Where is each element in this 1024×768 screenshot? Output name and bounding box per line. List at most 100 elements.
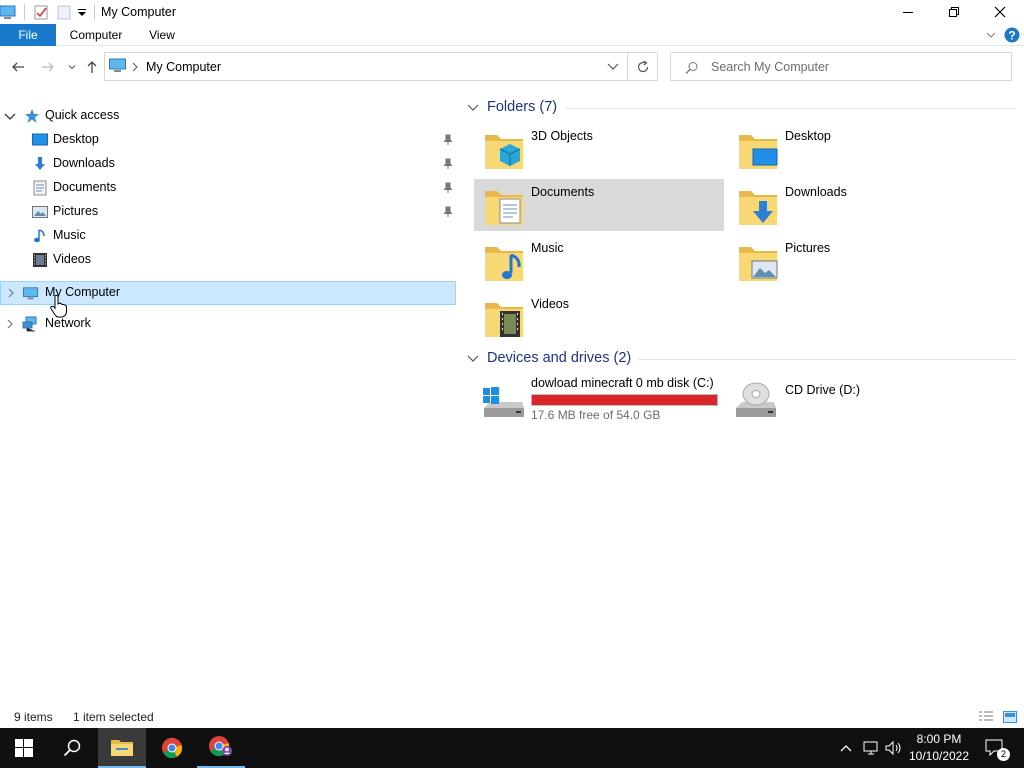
drive-usage-bar [531,394,718,406]
folder-icon [111,740,133,756]
sidebar-item-pictures[interactable]: Pictures [0,200,456,224]
address-path[interactable]: My Computer [146,60,221,74]
close-button[interactable] [977,0,1023,24]
sidebar-item-label: Pictures [53,204,99,218]
videos-icon [33,253,47,267]
documents-icon [33,180,47,196]
sidebar-item-network[interactable]: Network [0,312,456,336]
sidebar-item-my-computer[interactable]: My Computer [0,281,456,305]
sidebar-item-label: Desktop [53,132,99,146]
folder-tile-documents[interactable]: Documents [474,179,724,231]
start-button[interactable] [0,728,48,768]
chevron-right-icon[interactable] [6,319,14,329]
drive-tile-c[interactable]: dowload minecraft 0 mb disk (C:) 17.6 MB… [474,374,724,424]
content-pane: Folders (7) 3D Objects Desktop Documents… [460,90,1024,710]
pin-icon[interactable] [442,182,454,194]
new-folder-icon[interactable] [56,4,72,20]
expand-ribbon-icon[interactable] [985,29,997,41]
folder-name: Pictures [785,241,831,255]
folder-tile-pictures[interactable]: Pictures [728,235,978,287]
status-selected-count: 1 item selected [73,710,154,724]
chrome-profile-taskbar-button[interactable] [197,728,245,768]
folder-documents-icon [485,191,523,225]
recent-locations-button[interactable] [62,57,82,77]
search-box[interactable]: Search My Computer [670,52,1012,81]
chevron-down-icon[interactable] [467,103,479,113]
title-bar: My Computer [0,0,1024,24]
help-icon[interactable]: ? [1004,27,1020,43]
search-taskbar-button[interactable] [48,728,96,768]
drive-tile-d[interactable]: CD Drive (D:) [728,374,978,424]
network-tray-button[interactable] [860,728,882,768]
tab-file[interactable]: File [0,24,56,46]
svg-text:?: ? [1008,29,1015,43]
taskbar-clock[interactable]: 8:00 PM 10/10/2022 [906,731,972,765]
status-bar: 9 items 1 item selected [0,706,1024,728]
sidebar-item-label: Videos [53,252,91,266]
address-bar[interactable]: My Computer [104,52,628,81]
tab-computer[interactable]: Computer [60,24,132,46]
chevron-right-icon[interactable] [7,288,15,298]
refresh-button[interactable] [628,52,658,81]
star-icon [25,109,39,123]
details-view-icon[interactable] [978,710,994,724]
pin-icon[interactable] [442,206,454,218]
folders-group-title: Folders (7) [487,99,558,115]
chevron-up-icon [840,745,852,752]
sidebar-item-label: Documents [53,180,117,194]
pin-icon[interactable] [442,134,454,146]
sidebar-item-label: Network [45,316,91,330]
sidebar-item-videos[interactable]: Videos [0,248,456,272]
desktop-icon [32,133,48,146]
folder-name: Documents [531,185,595,199]
pin-icon[interactable] [442,158,454,170]
chrome-taskbar-button[interactable] [148,728,196,768]
minimize-button[interactable] [885,0,931,24]
forward-button[interactable] [38,57,58,77]
show-hidden-icons-button[interactable] [836,728,856,768]
network-wired-icon [863,741,878,755]
folder-desktop-icon [739,135,778,169]
sidebar-item-desktop[interactable]: Desktop [0,128,456,152]
folder-tile-videos[interactable]: Videos [474,291,724,343]
file-explorer-taskbar-button[interactable] [98,728,146,768]
properties-icon[interactable] [33,4,49,20]
volume-tray-button[interactable] [883,728,905,768]
folder-pictures-icon [739,247,778,281]
up-button[interactable] [82,57,102,77]
folder-tile-3d-objects[interactable]: 3D Objects [474,123,724,175]
chevron-down-icon[interactable] [4,112,16,122]
back-button[interactable] [8,57,28,77]
large-icons-view-icon[interactable] [1002,710,1018,724]
drive-name: dowload minecraft 0 mb disk (C:) [531,376,714,390]
drives-group-header[interactable]: Devices and drives (2) [466,349,1016,369]
tab-view[interactable]: View [140,24,184,46]
sidebar-item-documents[interactable]: Documents [0,176,456,200]
sidebar-item-downloads[interactable]: Downloads [0,152,456,176]
chevron-down-icon [68,65,76,70]
customize-toolbar-icon[interactable] [74,4,90,20]
folder-tile-desktop[interactable]: Desktop [728,123,978,175]
sidebar-item-music[interactable]: Music [0,224,456,248]
hand-cursor-icon [50,294,67,318]
sidebar-item-label: Music [53,228,86,242]
folder-tile-music[interactable]: Music [474,235,724,287]
folder-3d-objects-icon [485,135,523,169]
folder-tile-downloads[interactable]: Downloads [728,179,978,231]
folders-group-header[interactable]: Folders (7) [466,98,1016,118]
clock-date: 10/10/2022 [908,749,970,763]
group-divider [638,359,1016,360]
restore-icon [949,7,959,17]
restore-button[interactable] [931,0,977,24]
sidebar-item-quick-access[interactable]: Quick access [0,104,456,128]
computer-icon [0,5,16,19]
windows-drive-icon [483,387,524,417]
chevron-down-icon[interactable] [467,354,479,364]
folder-name: 3D Objects [531,129,593,143]
folder-videos-icon [485,303,523,337]
drive-name: CD Drive (D:) [785,383,860,397]
refresh-icon [637,60,648,72]
action-center-button[interactable]: 2 [980,728,1010,768]
window-title: My Computer [101,5,177,19]
address-history-icon[interactable] [607,62,619,72]
